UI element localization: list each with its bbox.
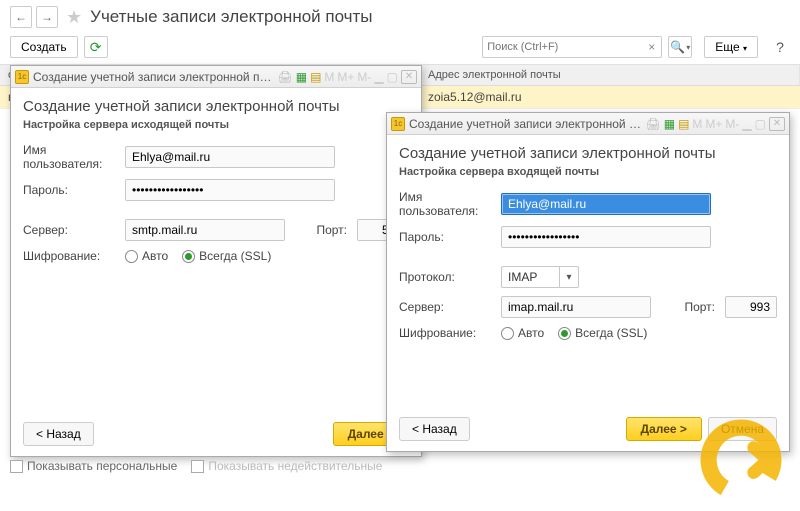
more-button[interactable]: Еще ▾ — [704, 36, 758, 58]
encryption-ssl-radio[interactable]: Всегда (SSL) — [182, 249, 271, 263]
encryption-ssl-radio[interactable]: Всегда (SSL) — [558, 326, 647, 340]
username-label: Имя пользователя: — [399, 190, 501, 218]
password-label: Пароль: — [23, 183, 125, 197]
calc-mminus-icon[interactable]: M- — [357, 70, 371, 84]
protocol-select[interactable]: IMAP ▾ — [501, 266, 579, 288]
print-icon[interactable]: 🖨 — [277, 70, 292, 84]
search-icon: 🔍 — [670, 40, 685, 54]
encryption-label: Шифрование: — [399, 326, 501, 340]
minimize-icon[interactable]: ▁ — [374, 70, 383, 84]
bottom-bar: Показывать персональные Показывать недей… — [10, 459, 790, 473]
chevron-down-icon: ▾ — [743, 44, 747, 53]
nav-back-button[interactable]: ← — [10, 6, 32, 28]
calc-m-icon[interactable]: M — [692, 117, 702, 131]
show-inactive-checkbox[interactable]: Показывать недействительные — [191, 459, 382, 473]
chevron-down-icon[interactable]: ▾ — [559, 266, 579, 288]
calendar-icon[interactable]: ▦ — [296, 70, 307, 84]
username-label: Имя пользователя: — [23, 143, 125, 171]
port-label: Порт: — [316, 223, 347, 237]
cell-email: zoia5.12@mail.ru — [420, 86, 800, 108]
username-input[interactable] — [501, 193, 711, 215]
dialog-title: Создание учетной записи электронной поч.… — [409, 117, 641, 131]
back-button[interactable]: < Назад — [399, 417, 470, 441]
radio-icon — [501, 327, 514, 340]
favorite-star-icon[interactable]: ★ — [66, 7, 82, 28]
dialog-outgoing-server: 1c Создание учетной записи электронной п… — [10, 65, 422, 457]
port-input[interactable] — [725, 296, 777, 318]
dialog-title: Создание учетной записи электронной поч.… — [33, 70, 273, 84]
page-title: Учетные записи электронной почты — [90, 7, 372, 27]
server-label: Сервер: — [23, 223, 125, 237]
minimize-icon[interactable]: ▁ — [742, 117, 751, 131]
print-icon[interactable]: 🖨 — [645, 117, 660, 131]
watermark-icon — [696, 415, 786, 505]
chevron-down-icon: ▾ — [686, 43, 690, 52]
checkbox-icon — [10, 460, 23, 473]
refresh-icon: ⟳ — [90, 39, 102, 56]
close-icon[interactable]: ✕ — [401, 70, 417, 84]
arrow-right-icon: → — [41, 10, 53, 24]
password-label: Пароль: — [399, 230, 501, 244]
dialog-titlebar[interactable]: 1c Создание учетной записи электронной п… — [11, 66, 421, 88]
search-action-button[interactable]: 🔍▾ — [668, 36, 692, 58]
dialog-incoming-server: 1c Создание учетной записи электронной п… — [386, 112, 790, 452]
port-label: Порт: — [684, 300, 715, 314]
search-clear-icon[interactable]: × — [646, 40, 657, 54]
dialog-subheading: Настройка сервера исходящей почты — [23, 119, 409, 131]
server-label: Сервер: — [399, 300, 501, 314]
radio-checked-icon — [182, 250, 195, 263]
dialog-subheading: Настройка сервера входящей почты — [399, 166, 777, 178]
col-email[interactable]: Адрес электронной почты — [420, 65, 800, 85]
dialog-heading: Создание учетной записи электронной почт… — [399, 145, 777, 162]
app-1c-icon: 1c — [391, 117, 405, 131]
checkbox-icon — [191, 460, 204, 473]
search-input[interactable] — [487, 41, 646, 53]
show-personal-checkbox[interactable]: Показывать персональные — [10, 459, 177, 473]
titlebar: ← → ★ Учетные записи электронной почты — [0, 0, 800, 32]
encryption-auto-radio[interactable]: Авто — [501, 326, 544, 340]
server-input[interactable] — [125, 219, 285, 241]
server-input[interactable] — [501, 296, 651, 318]
grid-icon[interactable]: ▤ — [678, 117, 689, 131]
radio-checked-icon — [558, 327, 571, 340]
search-box[interactable]: × — [482, 36, 662, 58]
close-icon[interactable]: ✕ — [769, 117, 785, 131]
back-button[interactable]: < Назад — [23, 422, 94, 446]
calendar-icon[interactable]: ▦ — [664, 117, 675, 131]
nav-forward-button[interactable]: → — [36, 6, 58, 28]
password-input[interactable] — [501, 226, 711, 248]
arrow-left-icon: ← — [15, 10, 27, 24]
maximize-icon[interactable]: ▢ — [387, 70, 398, 84]
calc-m-icon[interactable]: M — [324, 70, 334, 84]
maximize-icon[interactable]: ▢ — [755, 117, 766, 131]
calc-mplus-icon[interactable]: M+ — [705, 117, 722, 131]
create-button[interactable]: Создать — [10, 36, 78, 58]
protocol-label: Протокол: — [399, 270, 501, 284]
grid-icon[interactable]: ▤ — [310, 70, 321, 84]
app-1c-icon: 1c — [15, 70, 29, 84]
username-input[interactable] — [125, 146, 335, 168]
dialog-titlebar[interactable]: 1c Создание учетной записи электронной п… — [387, 113, 789, 135]
refresh-button[interactable]: ⟳ — [84, 36, 108, 58]
next-button[interactable]: Далее > — [626, 417, 702, 441]
radio-icon — [125, 250, 138, 263]
encryption-auto-radio[interactable]: Авто — [125, 249, 168, 263]
help-button[interactable]: ? — [770, 39, 790, 55]
dialog-heading: Создание учетной записи электронной почт… — [23, 98, 409, 115]
password-input[interactable] — [125, 179, 335, 201]
toolbar: Создать ⟳ × 🔍▾ Еще ▾ ? — [0, 32, 800, 65]
protocol-value: IMAP — [501, 266, 559, 288]
encryption-label: Шифрование: — [23, 249, 125, 263]
calc-mminus-icon[interactable]: M- — [725, 117, 739, 131]
calc-mplus-icon[interactable]: M+ — [337, 70, 354, 84]
